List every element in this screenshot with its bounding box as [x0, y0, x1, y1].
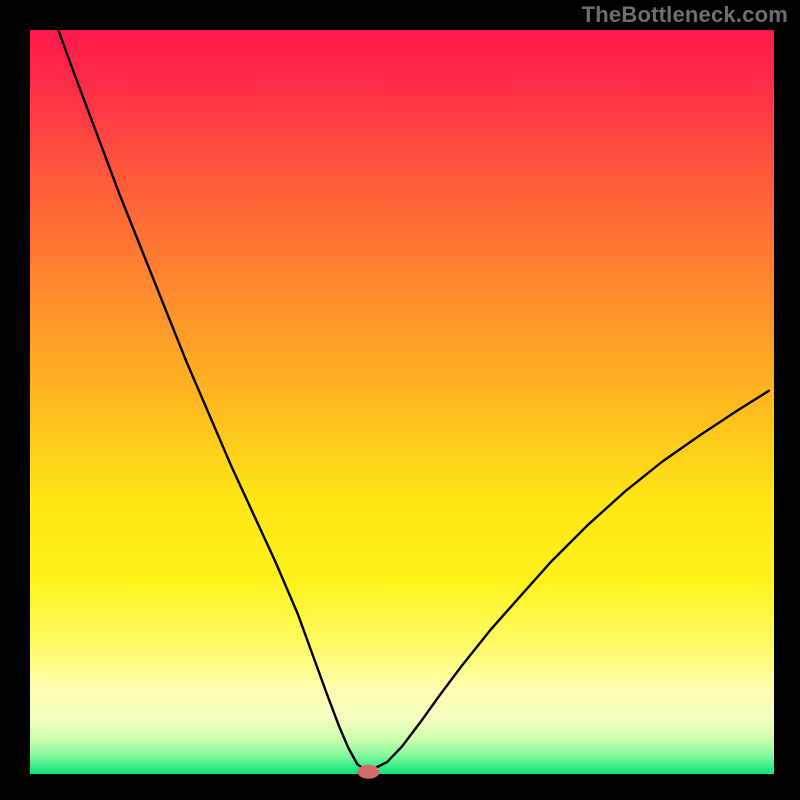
watermark-text: TheBottleneck.com: [582, 2, 788, 28]
gradient-background: [30, 30, 774, 774]
bottleneck-chart: [0, 0, 800, 800]
chart-frame: TheBottleneck.com: [0, 0, 800, 800]
minimum-marker: [358, 765, 380, 779]
